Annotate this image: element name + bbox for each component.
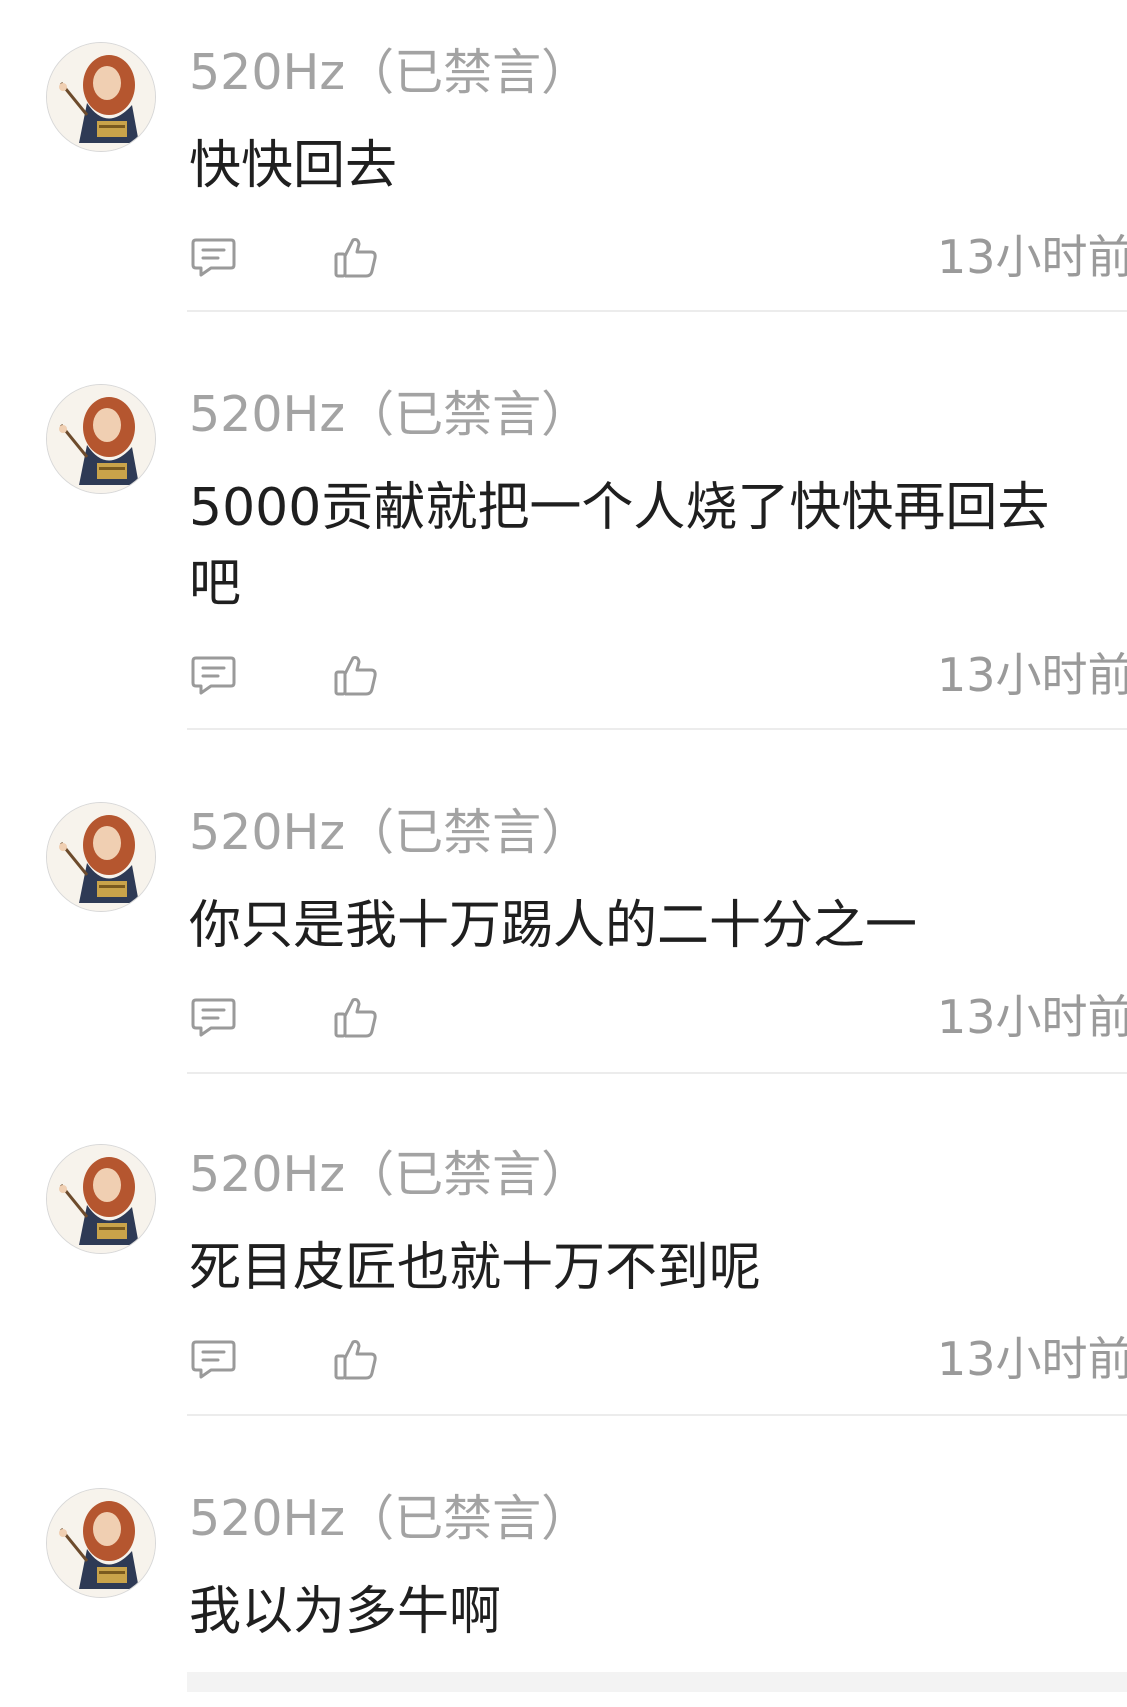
divider (187, 1072, 1127, 1074)
timestamp: 13小时前 (937, 990, 1127, 1044)
like-button[interactable] (331, 992, 381, 1042)
avatar-illustration (47, 385, 155, 493)
thumbs-up-icon (334, 998, 377, 1038)
reply-button[interactable] (189, 650, 239, 700)
comment-item: 520Hz（已禁言） 你只是我十万踢人的二十分之一 13小时前 (0, 760, 1127, 1074)
username[interactable]: 520Hz（已禁言） (189, 1484, 590, 1554)
thumbs-up-icon (334, 656, 377, 696)
avatar-illustration (47, 43, 155, 151)
thumbs-up-icon (334, 1340, 377, 1380)
like-button[interactable] (331, 650, 381, 700)
username[interactable]: 520Hz（已禁言） (189, 1140, 590, 1210)
avatar[interactable] (46, 802, 156, 912)
comment-bubble-icon (191, 998, 236, 1037)
avatar[interactable] (46, 42, 156, 152)
username[interactable]: 520Hz（已禁言） (189, 38, 590, 108)
comment-text: 死目皮匠也就十万不到呢 (189, 1238, 762, 1298)
avatar-illustration (47, 803, 155, 911)
scroll-edge (187, 1672, 1127, 1692)
like-button[interactable] (331, 1334, 381, 1384)
avatar[interactable] (46, 1488, 156, 1598)
comment-item: 520Hz（已禁言） 死目皮匠也就十万不到呢 13小时前 (0, 1102, 1127, 1416)
reply-button[interactable] (189, 992, 239, 1042)
comment-bubble-icon (191, 1340, 236, 1379)
divider (187, 728, 1127, 730)
timestamp: 13小时前 (937, 1332, 1127, 1386)
thumbs-up-icon (334, 238, 377, 278)
avatar-illustration (47, 1489, 155, 1597)
divider (187, 310, 1127, 312)
avatar[interactable] (46, 1144, 156, 1254)
reply-button[interactable] (189, 232, 239, 282)
like-button[interactable] (331, 232, 381, 282)
avatar[interactable] (46, 384, 156, 494)
comment-bubble-icon (191, 238, 236, 277)
comment-bubble-icon (191, 656, 236, 695)
comment-text: 你只是我十万踢人的二十分之一 (189, 896, 918, 956)
divider (187, 1414, 1127, 1416)
timestamp: 13小时前 (937, 648, 1127, 702)
comment-text: 快快回去 (189, 136, 398, 196)
avatar-illustration (47, 1145, 155, 1253)
username[interactable]: 520Hz（已禁言） (189, 380, 590, 450)
comment-text: 5000贡献就把一个人烧了快快再回去吧 (189, 478, 1050, 614)
comment-item: 520Hz（已禁言） 5000贡献就把一个人烧了快快再回去吧 13小时前 (0, 342, 1127, 730)
comment-item: 520Hz（已禁言） 快快回去 13小时前 (0, 0, 1127, 312)
comment-list: 520Hz（已禁言） 快快回去 13小时前 520Hz（已禁言） 5000贡献就… (0, 0, 1127, 1707)
reply-button[interactable] (189, 1334, 239, 1384)
username[interactable]: 520Hz（已禁言） (189, 798, 590, 868)
comment-text: 我以为多牛啊 (189, 1582, 502, 1642)
comment-item: 520Hz（已禁言） 我以为多牛啊 (0, 1446, 1127, 1676)
timestamp: 13小时前 (937, 230, 1127, 284)
